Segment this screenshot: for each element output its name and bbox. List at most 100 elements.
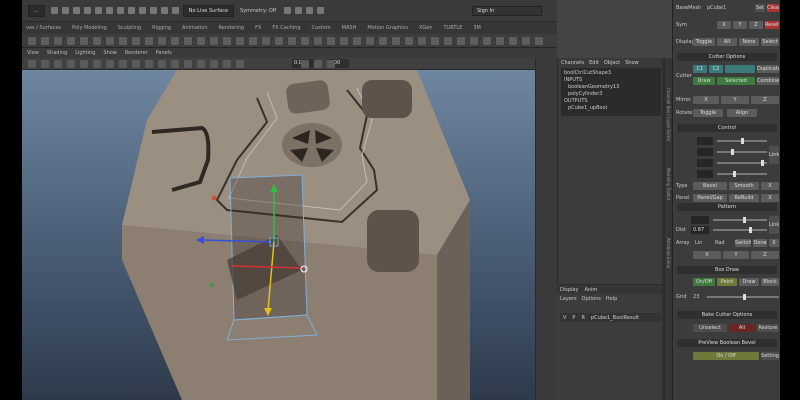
layer-tab-0[interactable]: Display: [560, 287, 578, 293]
type-x-button[interactable]: X: [761, 182, 779, 190]
shelf-tool-icon[interactable]: [418, 37, 426, 45]
attribute-editor-tab[interactable]: Attribute Editor: [666, 238, 671, 269]
layer-playback-toggle[interactable]: P: [572, 315, 575, 321]
redo-icon[interactable]: [94, 7, 102, 14]
shelf-tool-icon[interactable]: [106, 37, 114, 45]
undo-icon[interactable]: [83, 7, 91, 14]
shelf-tool-icon[interactable]: [444, 37, 452, 45]
shelf-tab-13[interactable]: 3M: [473, 25, 481, 31]
paint-select-icon[interactable]: [127, 7, 135, 14]
channel-box-tab[interactable]: Channel Box / Layer Editor: [666, 88, 671, 141]
mirror-y-button[interactable]: Y: [721, 96, 749, 104]
array-lin-radio[interactable]: Lin: [695, 239, 702, 247]
shelf-tool-icon[interactable]: [145, 37, 153, 45]
shelf-tool-icon[interactable]: [41, 37, 49, 45]
shelf-tool-icon[interactable]: [119, 37, 127, 45]
rotate-align-button[interactable]: Align: [727, 109, 757, 117]
sym-y-button[interactable]: Y: [733, 21, 747, 29]
history-item[interactable]: boolCtrlCutShape3: [564, 70, 658, 77]
type-bevel-button[interactable]: Bevel: [693, 182, 727, 190]
rotate-toggle-button[interactable]: Toggle: [693, 109, 723, 117]
sym-x-button[interactable]: X: [717, 21, 731, 29]
control-slider-3[interactable]: [717, 162, 767, 164]
panel-menu-item-5[interactable]: Panels: [156, 50, 172, 56]
shelf-tool-icon[interactable]: [80, 37, 88, 45]
render-settings-icon[interactable]: [306, 7, 314, 14]
axis-z-button[interactable]: Z: [751, 251, 779, 259]
setting-button[interactable]: Setting: [761, 352, 779, 360]
shelf-tool-icon[interactable]: [262, 37, 270, 45]
layer-menu-item-1[interactable]: Options: [582, 296, 601, 302]
shelf-tool-icon[interactable]: [301, 37, 309, 45]
restore-button[interactable]: Restore: [757, 324, 779, 332]
view-tool-icon[interactable]: [93, 60, 101, 68]
axis-x-button[interactable]: X: [693, 251, 721, 259]
shelf-tool-icon[interactable]: [431, 37, 439, 45]
history-item[interactable]: polyCylinder3: [564, 91, 658, 98]
shelf-tool-icon[interactable]: [405, 37, 413, 45]
cutter-blank-button[interactable]: [725, 65, 755, 73]
shelf-tool-icon[interactable]: [28, 37, 36, 45]
shelf-tab-4[interactable]: Animation: [182, 25, 208, 31]
panel-menu-item-1[interactable]: Shading: [47, 50, 67, 56]
shelf-tool-icon[interactable]: [275, 37, 283, 45]
box-point-button[interactable]: Point: [717, 278, 737, 286]
view-tool-icon[interactable]: [236, 60, 244, 68]
display-select-button[interactable]: Select: [761, 38, 779, 46]
view-tool-icon[interactable]: [119, 60, 127, 68]
shelf-tab-7[interactable]: FX Caching: [272, 25, 300, 31]
display-toggle-button[interactable]: Toggle: [693, 38, 715, 46]
shelf-tool-icon[interactable]: [158, 37, 166, 45]
unselect-button[interactable]: Unselect: [693, 324, 727, 332]
magnet-icon[interactable]: [171, 7, 179, 14]
type-smooth-button[interactable]: Smooth: [729, 182, 759, 190]
shelf-tab-1[interactable]: Poly Modeling: [72, 25, 107, 31]
dist-field[interactable]: 0.87: [691, 226, 709, 234]
panel-gap-button[interactable]: Panel/Gap: [693, 194, 727, 202]
save-scene-icon[interactable]: [72, 7, 80, 14]
pattern-knob-1[interactable]: [743, 217, 746, 223]
channel-menu-item-3[interactable]: Show: [625, 60, 639, 66]
view-tool-icon[interactable]: [41, 60, 49, 68]
control-field-2[interactable]: [697, 148, 713, 156]
view-tool-icon[interactable]: [145, 60, 153, 68]
view-tool-icon[interactable]: [28, 60, 36, 68]
cutter-selected-button[interactable]: Selected: [717, 77, 755, 85]
control-slider-2[interactable]: [717, 151, 767, 153]
shelf-tool-icon[interactable]: [522, 37, 530, 45]
view-tool-icon[interactable]: [54, 60, 62, 68]
shelf-tool-icon[interactable]: [535, 37, 543, 45]
array-done-button[interactable]: Done: [753, 239, 767, 247]
shelf-tool-icon[interactable]: [353, 37, 361, 45]
control-field-3[interactable]: [697, 159, 713, 167]
shelf-tab-12[interactable]: TURTLE: [444, 25, 463, 31]
view-tool-icon[interactable]: [314, 60, 322, 68]
shelf-tool-icon[interactable]: [132, 37, 140, 45]
grid-knob[interactable]: [743, 294, 746, 300]
shelf-tab-9[interactable]: MASH: [342, 25, 357, 31]
display-all-button[interactable]: All: [717, 38, 737, 46]
cutter-c1-button[interactable]: C1: [693, 65, 707, 73]
shelf-tab-3[interactable]: Rigging: [152, 25, 171, 31]
panel-menu-item-2[interactable]: Lighting: [75, 50, 95, 56]
view-tool-icon[interactable]: [197, 60, 205, 68]
history-item[interactable]: INPUTS: [564, 77, 658, 84]
layer-name[interactable]: pCube1_BoolResult: [591, 315, 639, 321]
shelf-tool-icon[interactable]: [509, 37, 517, 45]
panel-menu-item-4[interactable]: Renderer: [125, 50, 148, 56]
symmetry-dropdown[interactable]: Symmetry: Off: [240, 8, 276, 14]
shelf-tool-icon[interactable]: [67, 37, 75, 45]
cutter-draw-button[interactable]: Draw: [693, 77, 715, 85]
view-tool-icon[interactable]: [80, 60, 88, 68]
panel-menu-item-3[interactable]: Show: [103, 50, 117, 56]
shelf-tool-icon[interactable]: [379, 37, 387, 45]
mirror-x-button[interactable]: X: [693, 96, 719, 104]
pattern-field-1[interactable]: [691, 216, 709, 224]
shelf-tool-icon[interactable]: [93, 37, 101, 45]
shelf-tab-8[interactable]: Custom: [312, 25, 331, 31]
history-item[interactable]: booleanGeometry13: [564, 84, 658, 91]
pattern-link-button[interactable]: Link: [769, 216, 779, 234]
ipr-render-icon[interactable]: [295, 7, 303, 14]
shelf-tool-icon[interactable]: [184, 37, 192, 45]
shelf-tool-icon[interactable]: [210, 37, 218, 45]
